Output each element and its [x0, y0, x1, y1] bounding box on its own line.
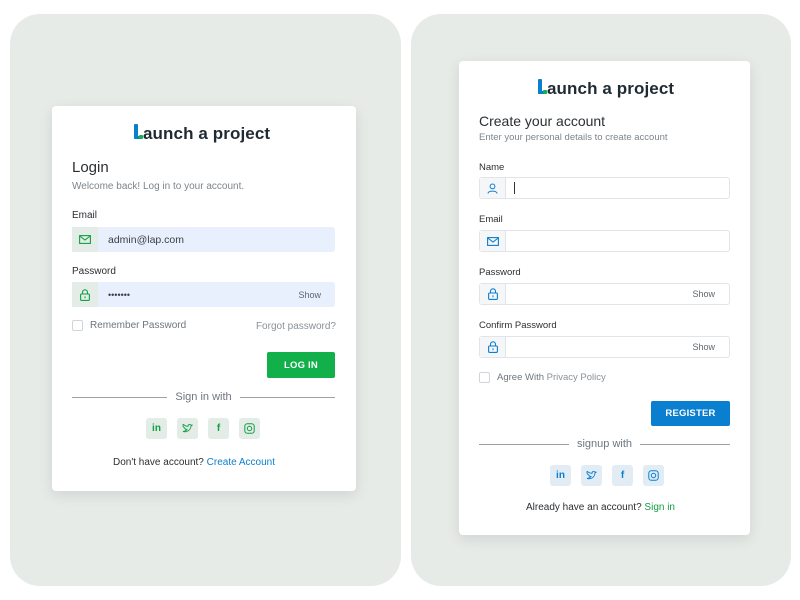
agree-checkbox[interactable] [479, 372, 490, 383]
create-account-link[interactable]: Create Account [207, 457, 275, 468]
login-social-buttons: in f [146, 418, 260, 439]
create-account-row: Don't have account? Create Account [113, 457, 275, 468]
facebook-icon[interactable]: f [208, 418, 229, 439]
show-password-toggle[interactable]: Show [298, 290, 321, 300]
remember-password[interactable]: Remember Password [72, 320, 186, 331]
sign-in-link[interactable]: Sign in [644, 502, 675, 513]
have-account-text: Already have an account? [526, 502, 642, 513]
agree-label: Agree With [497, 372, 544, 383]
envelope-icon [480, 231, 506, 251]
login-button[interactable]: LOG IN [267, 352, 335, 378]
privacy-policy-link[interactable]: Privacy Policy [547, 372, 606, 383]
name-label: Name [479, 162, 505, 173]
logo: aunch a project [538, 79, 674, 99]
email-label: Email [72, 210, 98, 221]
logo-text: aunch a project [547, 79, 675, 98]
lock-icon [72, 282, 98, 307]
confirm-password-field[interactable]: Show [479, 336, 730, 358]
logo-text: aunch a project [143, 124, 271, 143]
envelope-icon [72, 227, 98, 252]
user-icon [480, 178, 506, 198]
password-value: ••••••• [108, 289, 131, 300]
linkedin-icon[interactable]: in [146, 418, 167, 439]
instagram-icon[interactable] [643, 465, 664, 486]
lock-icon [480, 337, 506, 357]
text-cursor [514, 182, 515, 194]
register-subtitle: Enter your personal details to create ac… [479, 132, 668, 143]
password-field[interactable]: Show [479, 283, 730, 305]
facebook-icon[interactable]: f [612, 465, 633, 486]
logo-mark-icon [134, 124, 143, 139]
register-button[interactable]: REGISTER [651, 401, 730, 426]
sign-in-with-label: Sign in with [175, 391, 232, 403]
remember-label: Remember Password [90, 320, 187, 331]
email-field[interactable] [479, 230, 730, 252]
signup-with-divider: signup with [479, 438, 731, 450]
logo-mark-icon [538, 79, 547, 94]
password-label: Password [479, 267, 521, 278]
instagram-icon[interactable] [239, 418, 260, 439]
linkedin-icon[interactable]: in [550, 465, 571, 486]
sign-in-row: Already have an account? Sign in [526, 502, 675, 513]
twitter-icon[interactable] [581, 465, 602, 486]
email-field[interactable]: admin@lap.com [72, 227, 335, 252]
login-card: aunch a project Login Welcome back! Log … [52, 106, 356, 491]
sign-in-with-divider: Sign in with [72, 391, 336, 403]
twitter-icon[interactable] [177, 418, 198, 439]
lock-icon [480, 284, 506, 304]
register-card: aunch a project Create your account Ente… [459, 61, 750, 535]
register-title: Create your account [479, 113, 606, 129]
confirm-password-label: Confirm Password [479, 320, 557, 331]
login-title: Login [72, 159, 109, 176]
agree-privacy[interactable]: Agree With Privacy Policy [479, 372, 606, 383]
login-subtitle: Welcome back! Log in to your account. [72, 181, 245, 192]
logo: aunch a project [134, 124, 270, 144]
password-label: Password [72, 266, 116, 277]
remember-checkbox[interactable] [72, 320, 83, 331]
show-confirm-password-toggle[interactable]: Show [692, 342, 715, 352]
email-label: Email [479, 214, 503, 225]
signup-with-label: signup with [576, 438, 633, 450]
password-field[interactable]: ••••••• Show [72, 282, 335, 307]
name-field[interactable] [479, 177, 730, 199]
show-password-toggle[interactable]: Show [692, 289, 715, 299]
forgot-password-link[interactable]: Forgot password? [256, 321, 336, 332]
email-value: admin@lap.com [108, 233, 185, 246]
register-social-buttons: in f [550, 465, 664, 486]
no-account-text: Don't have account? [113, 457, 204, 468]
